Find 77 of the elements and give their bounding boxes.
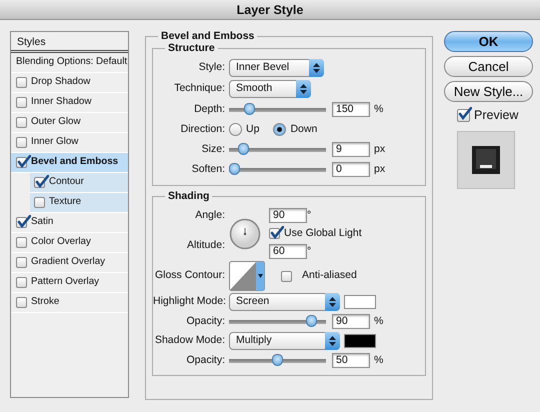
slider-thumb[interactable]: [229, 162, 240, 174]
contour-picker[interactable]: [229, 261, 265, 292]
dialog-button[interactable]: OK: [444, 31, 533, 52]
color-swatch[interactable]: [344, 295, 376, 310]
unit-label: px: [374, 162, 386, 177]
checkbox-label: Use Global Light: [284, 226, 362, 241]
value-field[interactable]: 150: [332, 102, 370, 117]
value-field[interactable]: 90: [269, 208, 307, 223]
dropdown[interactable]: Smooth: [229, 80, 311, 98]
style-item[interactable]: Gradient Overlay: [11, 253, 128, 273]
style-item[interactable]: Outer Glow: [11, 113, 128, 133]
list-header: Styles: [11, 32, 128, 53]
style-item[interactable]: Inner Shadow: [11, 93, 128, 113]
checkbox[interactable]: [457, 108, 470, 122]
style-item[interactable]: Drop Shadow: [11, 73, 128, 93]
stepper-icon: [325, 332, 340, 350]
field-label: Depth:: [193, 102, 225, 117]
radio-button[interactable]: [229, 123, 242, 136]
checkbox[interactable]: [281, 270, 292, 282]
unit-label: %: [374, 314, 384, 329]
dropdown[interactable]: Screen: [229, 293, 340, 312]
dialog-button[interactable]: Cancel: [444, 56, 533, 77]
checkbox[interactable]: [16, 97, 27, 108]
checkbox[interactable]: [16, 77, 27, 88]
stepper-icon: [296, 80, 311, 98]
field-label: Direction:: [180, 122, 225, 137]
field-label: Altitude:: [186, 238, 225, 252]
checkbox[interactable]: [16, 297, 27, 308]
unit-label: %: [374, 352, 384, 368]
angle-dial[interactable]: [229, 218, 261, 250]
dialog-button[interactable]: New Style...: [444, 81, 533, 102]
field-label: Angle:: [194, 208, 225, 223]
checkbox[interactable]: [16, 277, 27, 288]
checkbox-label: Anti-aliased: [302, 268, 357, 284]
checkbox[interactable]: [16, 137, 27, 148]
slider-thumb[interactable]: [306, 314, 318, 327]
style-item[interactable]: Texture: [30, 193, 128, 213]
dropdown[interactable]: Inner Bevel: [229, 59, 324, 77]
field-label: Style:: [198, 60, 225, 76]
value-field[interactable]: 50: [332, 353, 370, 368]
stepper-icon: [309, 59, 324, 77]
slider-thumb[interactable]: [238, 142, 249, 154]
field-label: Size:: [200, 142, 225, 157]
checkbox[interactable]: [16, 237, 27, 248]
style-item[interactable]: Stroke: [11, 293, 128, 313]
preview-shape-drawing: [472, 146, 500, 174]
dropdown[interactable]: Multiply: [229, 332, 340, 350]
value-field[interactable]: 60: [269, 244, 307, 258]
checkbox[interactable]: [16, 117, 27, 128]
field-label: Soften:: [190, 162, 225, 177]
value-field[interactable]: 0: [332, 162, 370, 177]
unit-label: px: [374, 142, 386, 157]
slider-thumb[interactable]: [272, 354, 283, 366]
field-label: Gloss Contour:: [154, 268, 225, 284]
checkbox[interactable]: [16, 257, 27, 268]
field-label: Opacity:: [185, 314, 225, 329]
style-item[interactable]: Pattern Overlay: [11, 273, 128, 293]
value-field[interactable]: 9: [332, 142, 370, 157]
field-label: Highlight Mode:: [153, 294, 225, 310]
stepper-icon: [325, 293, 340, 312]
field-label: Opacity:: [185, 352, 225, 368]
unit-label: °: [307, 244, 312, 258]
unit-label: °: [307, 208, 312, 223]
slider-thumb[interactable]: [244, 102, 255, 114]
checkbox[interactable]: [34, 197, 45, 208]
radio-label: Down: [290, 122, 318, 137]
color-swatch[interactable]: [344, 334, 376, 348]
style-item[interactable]: Blending Options: Default: [11, 53, 128, 73]
window-title: Layer Style: [0, 0, 540, 20]
value-field[interactable]: 90: [332, 314, 370, 330]
radio-button[interactable]: [273, 123, 286, 136]
unit-label: %: [374, 102, 384, 117]
field-label: Technique:: [173, 81, 225, 96]
field-label: Shadow Mode:: [154, 333, 225, 348]
checkbox-label: Preview: [474, 107, 518, 124]
radio-label: Up: [246, 122, 260, 137]
style-item[interactable]: Color Overlay: [11, 233, 128, 253]
